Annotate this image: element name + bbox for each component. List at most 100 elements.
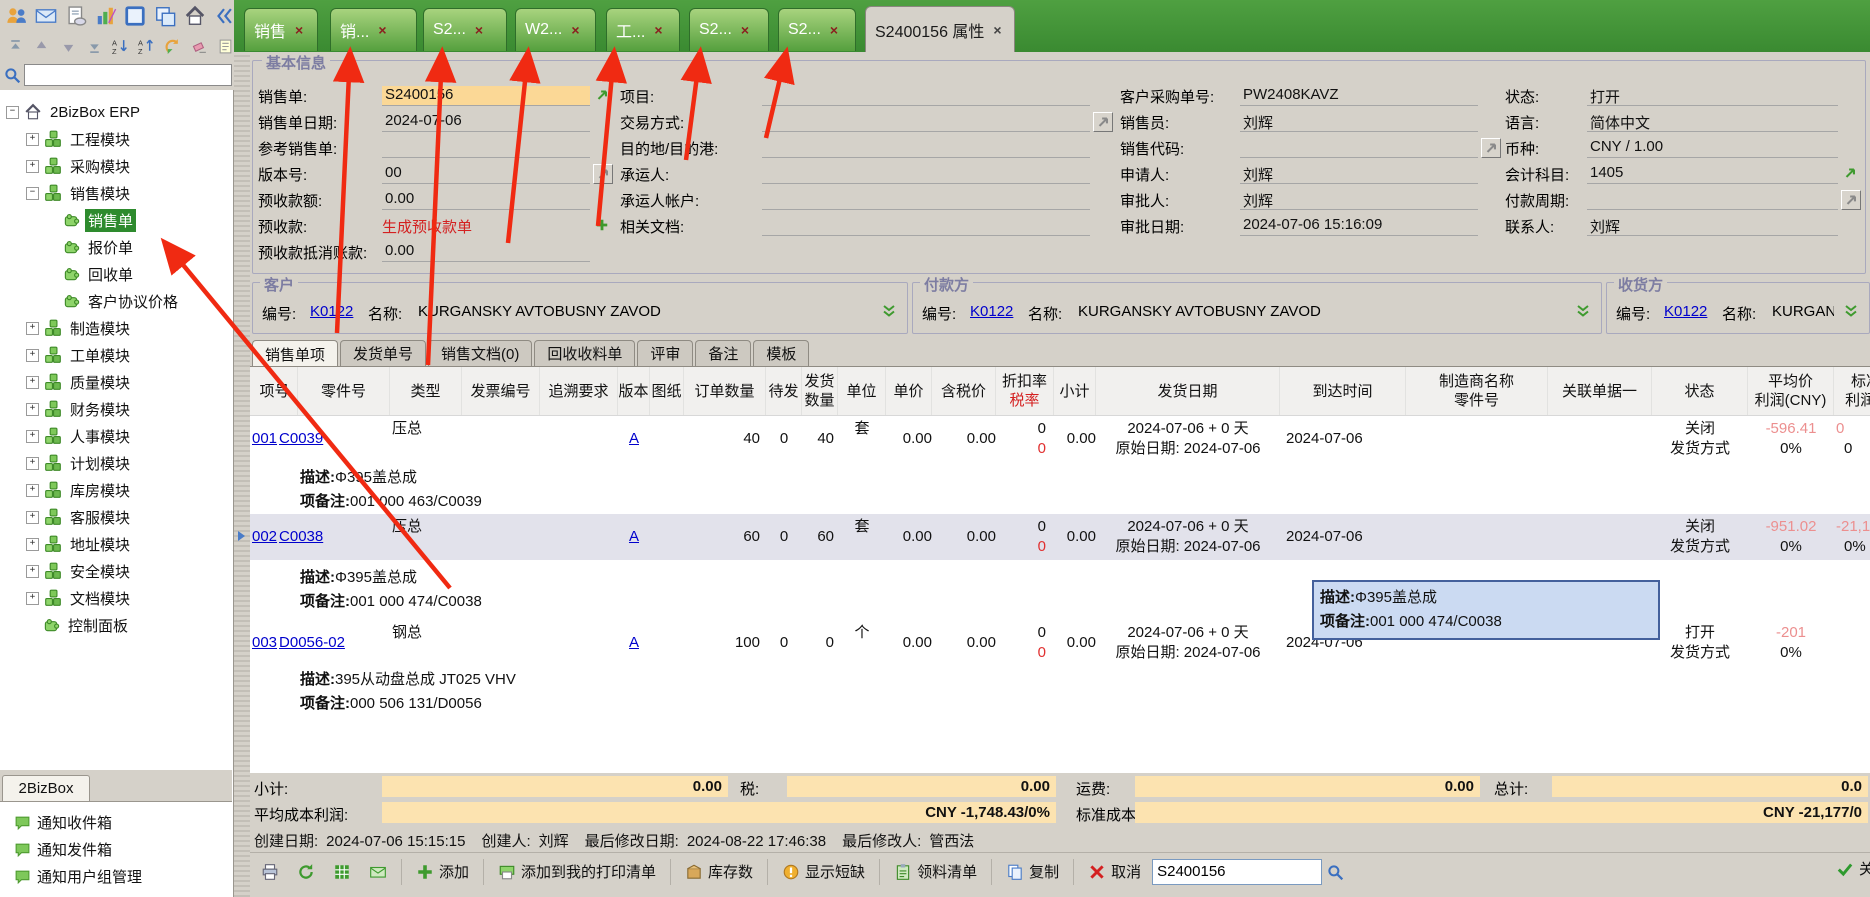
field-value[interactable]: 刘辉 (1240, 164, 1478, 184)
sidebar-item-文档模块[interactable]: +文档模块 (26, 586, 133, 610)
item-number-link[interactable]: 002 (252, 528, 277, 545)
notification-item[interactable]: 通知发件箱 (14, 837, 112, 861)
party-expand-button[interactable] (880, 302, 898, 320)
sidebar-item-客户协议价格[interactable]: 客户协议价格 (46, 289, 181, 313)
column-header-发票编号[interactable]: 发票编号 (462, 367, 540, 415)
tree-toggle-icon[interactable]: + (26, 457, 39, 470)
version-link[interactable]: A (618, 527, 650, 547)
field-value[interactable] (762, 164, 1090, 184)
column-header-制造商名称[interactable]: 制造商名称零件号 (1406, 367, 1548, 415)
column-header-标准价[interactable]: 标准价利润(CN (1834, 367, 1870, 415)
field-value[interactable]: 00 (382, 164, 590, 184)
subtab-销售文档(0)[interactable]: 销售文档(0) (428, 340, 532, 366)
tree-toggle-icon[interactable]: + (26, 322, 39, 335)
sidebar-item-财务模块[interactable]: +财务模块 (26, 397, 133, 421)
generate-advance-receipt-link[interactable]: 生成预收款单 (382, 216, 472, 237)
copy-doc-button[interactable] (63, 2, 89, 30)
取消-button[interactable]: 取消 (1081, 857, 1148, 887)
tree-toggle-icon[interactable]: + (26, 565, 39, 578)
tree-toggle-icon[interactable]: + (26, 538, 39, 551)
tree-toggle-icon[interactable]: + (26, 430, 39, 443)
库存数-button[interactable]: 库存数 (678, 857, 760, 887)
sidebar-item-质量模块[interactable]: +质量模块 (26, 370, 133, 394)
column-header-发货[interactable]: 发货数量 (802, 367, 838, 415)
panel-splitter[interactable] (234, 52, 250, 897)
move-bottom-button[interactable] (83, 34, 106, 58)
field-value[interactable]: 2024-07-06 15:16:09 (1240, 216, 1478, 236)
field-value[interactable] (762, 112, 1090, 132)
column-header-发货日期[interactable]: 发货日期 (1096, 367, 1280, 415)
sidebar-item-工程模块[interactable]: +工程模块 (26, 127, 133, 151)
field-value[interactable] (1240, 138, 1478, 158)
field-value[interactable]: 1405 (1587, 164, 1838, 184)
添加-button[interactable]: 添加 (409, 857, 476, 887)
green-plus-button[interactable] (593, 216, 611, 234)
field-value[interactable] (762, 190, 1090, 210)
sidebar-item-客服模块[interactable]: +客服模块 (26, 505, 133, 529)
party-expand-button[interactable] (1842, 302, 1860, 320)
sidebar-item-安全模块[interactable]: +安全模块 (26, 559, 133, 583)
tab-S2...[interactable]: S2...× (689, 8, 769, 51)
green-arrow-button[interactable] (593, 86, 611, 104)
cascade-windows-button[interactable] (152, 2, 178, 30)
column-header-订单数量[interactable]: 订单数量 (684, 367, 766, 415)
tab-销...[interactable]: 销...× (330, 8, 417, 51)
field-value[interactable]: 0.00 (382, 190, 590, 210)
sidebar-item-制造模块[interactable]: +制造模块 (26, 316, 133, 340)
tab-close-icon[interactable]: × (993, 22, 1001, 38)
tree-toggle-icon[interactable]: + (26, 133, 39, 146)
tab-S2...[interactable]: S2...× (778, 8, 856, 51)
tab-close-icon[interactable]: × (295, 22, 303, 38)
field-value[interactable]: PW2408KAVZ (1240, 86, 1478, 106)
move-top-button[interactable] (4, 34, 27, 58)
column-header-版本[interactable]: 版本 (618, 367, 650, 415)
column-header-零件号[interactable]: 零件号 (298, 367, 390, 415)
sidebar-item-工单模块[interactable]: +工单模块 (26, 343, 133, 367)
sidebar-search-input[interactable] (24, 64, 232, 86)
sidebar-item-报价单[interactable]: 报价单 (46, 235, 136, 259)
tree-toggle-icon[interactable]: + (26, 484, 39, 497)
notification-item[interactable]: 通知用户组管理 (14, 864, 142, 888)
notification-item[interactable]: 通知收件箱 (14, 810, 112, 834)
subtab-模板[interactable]: 模板 (753, 340, 809, 366)
field-value[interactable]: S2400156 (382, 86, 590, 106)
sidebar-item-控制面板[interactable]: 控制面板 (26, 613, 131, 637)
复制-button[interactable]: 复制 (999, 857, 1066, 887)
part-number-link[interactable]: D0056-02 (279, 634, 345, 651)
gray-arrow-button[interactable] (593, 164, 613, 184)
green-arrow-button[interactable] (1841, 164, 1859, 182)
领料清单-button[interactable]: 领料清单 (887, 857, 984, 887)
part-number-link[interactable]: C0039 (279, 430, 323, 447)
显示短缺-button[interactable]: 显示短缺 (775, 857, 872, 887)
item-number-link[interactable]: 003 (252, 634, 277, 651)
excel-export-button[interactable] (326, 857, 358, 887)
close-button[interactable]: 关 (1836, 858, 1870, 879)
sidebar-bottom-tab[interactable]: 2BizBox (2, 775, 90, 801)
tab-close-icon[interactable]: × (475, 22, 483, 38)
part-number-link[interactable]: C0038 (279, 528, 323, 545)
tree-toggle-icon[interactable]: + (26, 376, 39, 389)
party-code-link[interactable]: K0122 (1664, 303, 1707, 320)
move-up-button[interactable] (30, 34, 53, 58)
users-button[interactable] (4, 2, 30, 30)
move-down-button[interactable] (56, 34, 79, 58)
field-value[interactable] (382, 138, 590, 158)
tree-refresh-button[interactable] (161, 34, 184, 58)
party-code-link[interactable]: K0122 (310, 303, 353, 320)
gray-arrow-button[interactable] (1841, 190, 1861, 210)
column-header-项号[interactable]: 项号 (252, 367, 298, 415)
sidebar-item-2BizBox ERP[interactable]: −2BizBox ERP (6, 100, 143, 124)
item-number-link[interactable]: 001 (252, 430, 277, 447)
column-header-关联单据一[interactable]: 关联单据一 (1548, 367, 1652, 415)
refresh-button[interactable] (290, 857, 322, 887)
tab-工...[interactable]: 工...× (606, 8, 680, 51)
sidebar-item-计划模块[interactable]: +计划模块 (26, 451, 133, 475)
sidebar-item-库房模块[interactable]: +库房模块 (26, 478, 133, 502)
column-header-追溯要求[interactable]: 追溯要求 (540, 367, 618, 415)
field-value[interactable]: 打开 (1587, 86, 1838, 106)
mail-button[interactable] (34, 2, 60, 30)
column-header-折扣率[interactable]: 折扣率税率 (996, 367, 1054, 415)
field-value[interactable] (762, 86, 1090, 106)
field-value[interactable]: 刘辉 (1240, 190, 1478, 210)
version-link[interactable]: A (618, 633, 650, 653)
